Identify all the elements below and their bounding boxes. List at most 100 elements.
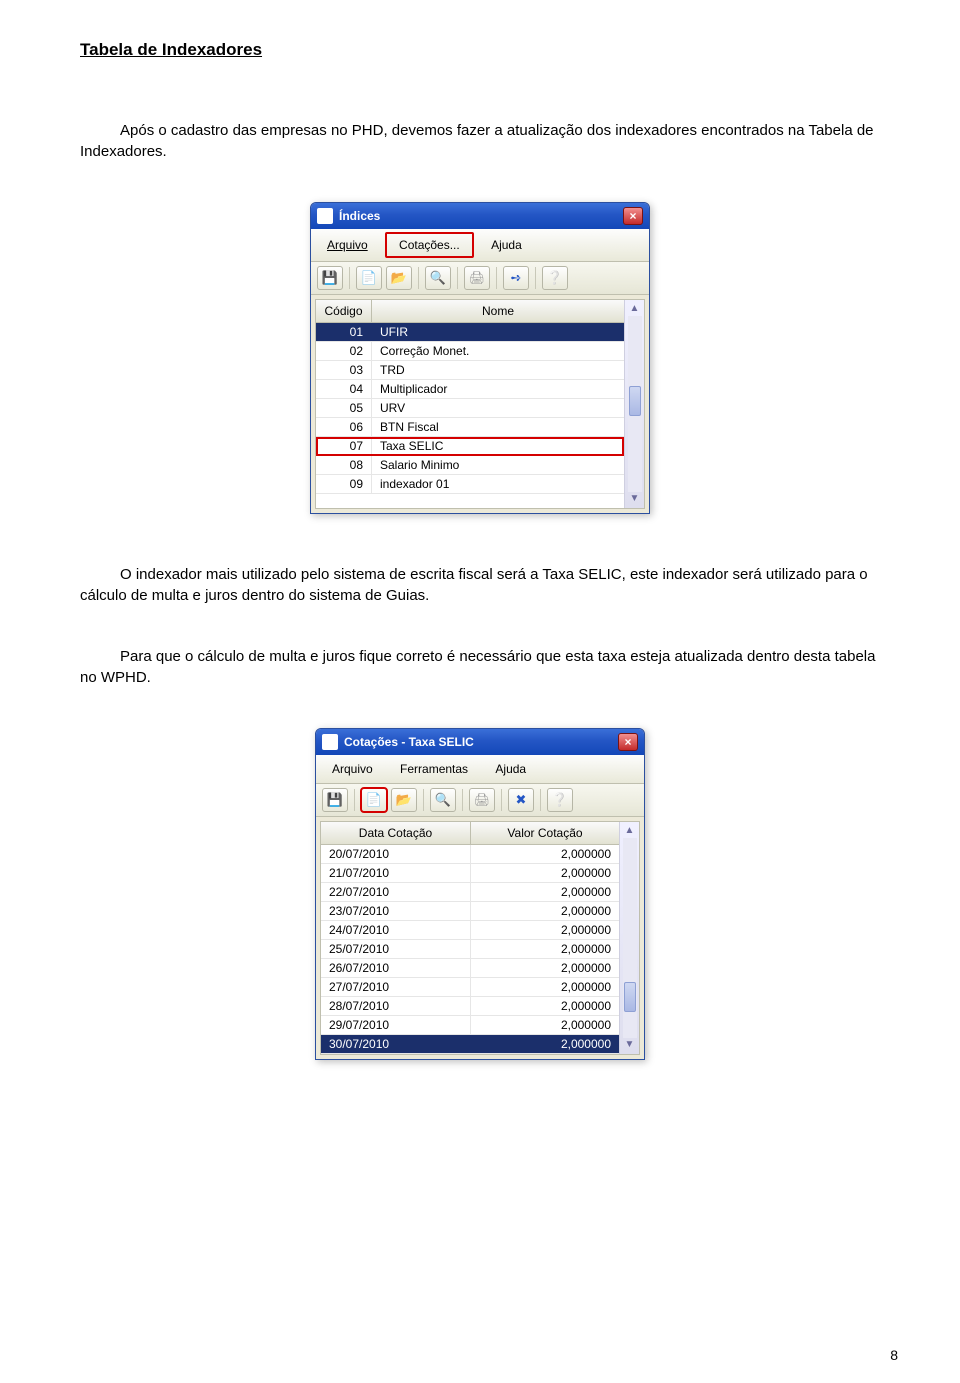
menu-arquivo[interactable]: Arquivo — [315, 234, 380, 256]
scroll-down-icon[interactable]: ▼ — [623, 1038, 637, 1052]
table-row[interactable]: 30/07/20102,000000 — [321, 1035, 619, 1054]
action-icon[interactable]: ➺ — [503, 266, 529, 290]
cell-nome: Salario Minimo — [372, 456, 624, 474]
table-row[interactable]: 01UFIR — [316, 323, 624, 342]
cell-valor: 2,000000 — [471, 1016, 619, 1034]
table-row[interactable]: 08Salario Minimo — [316, 456, 624, 475]
table-header: Código Nome — [316, 300, 624, 323]
search-icon[interactable]: 🔍 — [425, 266, 451, 290]
window-titlebar[interactable]: Cotações - Taxa SELIC × — [316, 729, 644, 755]
table-row[interactable]: 06BTN Fiscal — [316, 418, 624, 437]
menu-ajuda[interactable]: Ajuda — [483, 758, 538, 780]
cotacoes-table: Data Cotação Valor Cotação 20/07/20102,0… — [320, 821, 640, 1055]
menu-ferramentas[interactable]: Ferramentas — [388, 758, 480, 780]
cell-valor: 2,000000 — [471, 864, 619, 882]
table-row[interactable]: 26/07/20102,000000 — [321, 959, 619, 978]
print-icon[interactable]: 🖨 — [464, 266, 490, 290]
new-icon[interactable]: 📄 — [361, 788, 387, 812]
cell-codigo: 02 — [316, 342, 372, 360]
cell-valor: 2,000000 — [471, 959, 619, 977]
scroll-up-icon[interactable]: ▲ — [623, 824, 637, 838]
cell-nome: URV — [372, 399, 624, 417]
delete-icon[interactable]: ✖ — [508, 788, 534, 812]
table-row[interactable]: 04Multiplicador — [316, 380, 624, 399]
table-row[interactable]: 25/07/20102,000000 — [321, 940, 619, 959]
cell-codigo: 01 — [316, 323, 372, 341]
table-row[interactable]: 02Correção Monet. — [316, 342, 624, 361]
scroll-thumb[interactable] — [629, 386, 641, 416]
menu-arquivo[interactable]: Arquivo — [320, 758, 385, 780]
app-icon — [317, 208, 333, 224]
cell-data: 23/07/2010 — [321, 902, 471, 920]
cell-data: 21/07/2010 — [321, 864, 471, 882]
scrollbar[interactable]: ▲ ▼ — [624, 300, 644, 508]
toolbar: 💾 📄 📂 🔍 🖨 ✖ ❔ — [316, 784, 644, 817]
help-icon[interactable]: ❔ — [542, 266, 568, 290]
menu-ajuda[interactable]: Ajuda — [479, 234, 534, 256]
paragraph-selic: O indexador mais utilizado pelo sistema … — [80, 564, 880, 606]
menu-cotacoes[interactable]: Cotações... — [385, 232, 474, 258]
close-icon[interactable]: × — [623, 207, 643, 225]
cell-codigo: 05 — [316, 399, 372, 417]
window-title: Índices — [339, 209, 623, 223]
cell-nome: Taxa SELIC — [372, 437, 624, 455]
col-codigo[interactable]: Código — [316, 300, 372, 322]
window-titlebar[interactable]: Índices × — [311, 203, 649, 229]
save-icon[interactable]: 💾 — [317, 266, 343, 290]
table-row[interactable]: 05URV — [316, 399, 624, 418]
new-icon[interactable]: 📄 — [356, 266, 382, 290]
table-row[interactable]: 29/07/20102,000000 — [321, 1016, 619, 1035]
search-icon[interactable]: 🔍 — [430, 788, 456, 812]
col-data-cotacao[interactable]: Data Cotação — [321, 822, 471, 844]
menubar: Arquivo Ferramentas Ajuda — [316, 755, 644, 784]
print-icon[interactable]: 🖨 — [469, 788, 495, 812]
open-folder-icon[interactable]: 📂 — [391, 788, 417, 812]
scroll-down-icon[interactable]: ▼ — [628, 492, 642, 506]
cell-data: 29/07/2010 — [321, 1016, 471, 1034]
cell-nome: indexador 01 — [372, 475, 624, 493]
table-row[interactable]: 22/07/20102,000000 — [321, 883, 619, 902]
scroll-up-icon[interactable]: ▲ — [628, 302, 642, 316]
cell-valor: 2,000000 — [471, 845, 619, 863]
table-row[interactable]: 03TRD — [316, 361, 624, 380]
toolbar: 💾 📄 📂 🔍 🖨 ➺ ❔ — [311, 262, 649, 295]
table-row[interactable]: 24/07/20102,000000 — [321, 921, 619, 940]
cell-data: 20/07/2010 — [321, 845, 471, 863]
table-row[interactable]: 21/07/20102,000000 — [321, 864, 619, 883]
help-icon[interactable]: ❔ — [547, 788, 573, 812]
col-valor-cotacao[interactable]: Valor Cotação — [471, 822, 619, 844]
table-row[interactable]: 27/07/20102,000000 — [321, 978, 619, 997]
paragraph-update: Para que o cálculo de multa e juros fiqu… — [80, 646, 880, 688]
window-title: Cotações - Taxa SELIC — [344, 735, 618, 749]
cell-valor: 2,000000 — [471, 978, 619, 996]
cell-nome: BTN Fiscal — [372, 418, 624, 436]
cell-data: 26/07/2010 — [321, 959, 471, 977]
cell-valor: 2,000000 — [471, 902, 619, 920]
app-icon — [322, 734, 338, 750]
cell-nome: TRD — [372, 361, 624, 379]
cell-nome: Multiplicador — [372, 380, 624, 398]
menubar: Arquivo Cotações... Ajuda — [311, 229, 649, 262]
cell-codigo: 08 — [316, 456, 372, 474]
cotacoes-window: Cotações - Taxa SELIC × Arquivo Ferramen… — [315, 728, 645, 1060]
col-nome[interactable]: Nome — [372, 300, 624, 322]
scroll-thumb[interactable] — [624, 982, 636, 1012]
table-row[interactable]: 09indexador 01 — [316, 475, 624, 494]
cell-codigo: 09 — [316, 475, 372, 493]
open-folder-icon[interactable]: 📂 — [386, 266, 412, 290]
cell-codigo: 06 — [316, 418, 372, 436]
table-row[interactable]: 28/07/20102,000000 — [321, 997, 619, 1016]
cell-codigo: 03 — [316, 361, 372, 379]
cell-nome: Correção Monet. — [372, 342, 624, 360]
cell-valor: 2,000000 — [471, 921, 619, 939]
cell-data: 24/07/2010 — [321, 921, 471, 939]
scrollbar[interactable]: ▲ ▼ — [619, 822, 639, 1054]
table-row[interactable]: 20/07/20102,000000 — [321, 845, 619, 864]
table-row[interactable]: 23/07/20102,000000 — [321, 902, 619, 921]
cell-codigo: 04 — [316, 380, 372, 398]
cell-data: 22/07/2010 — [321, 883, 471, 901]
save-icon[interactable]: 💾 — [322, 788, 348, 812]
close-icon[interactable]: × — [618, 733, 638, 751]
table-row[interactable]: 07Taxa SELIC — [316, 437, 624, 456]
indices-window: Índices × Arquivo Cotações... Ajuda 💾 📄 … — [310, 202, 650, 514]
